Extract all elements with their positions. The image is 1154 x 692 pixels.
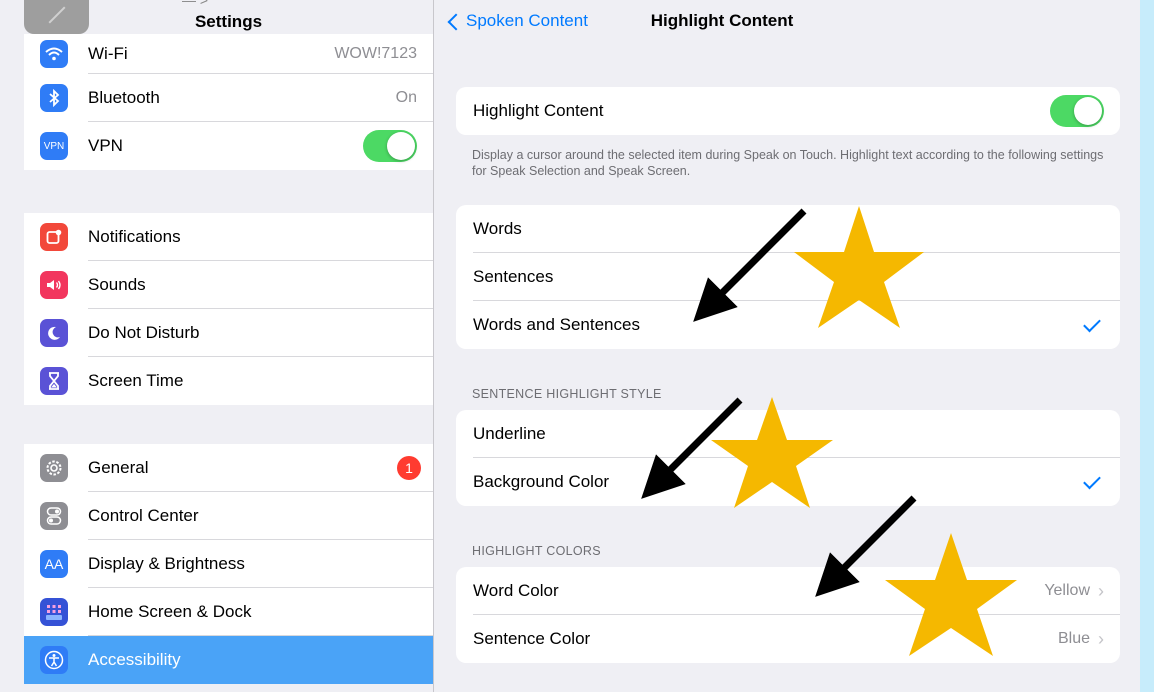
- style-underline[interactable]: Underline: [456, 410, 1120, 458]
- hourglass-icon: [40, 367, 68, 395]
- sounds-icon: [40, 271, 68, 299]
- style-background-color[interactable]: Background Color: [456, 458, 1120, 506]
- page-title-text: Highlight Content: [650, 11, 794, 30]
- option-label: Sentences: [473, 267, 554, 286]
- page-title: Highlight Content: [434, 11, 1140, 31]
- sidebar-item-label: Wi-Fi: [88, 44, 128, 63]
- moon-icon: [40, 319, 68, 347]
- highlight-footnote: Display a cursor around the selected ite…: [472, 148, 1104, 178]
- sidebar-item-do-not-disturb[interactable]: Do Not Disturb: [24, 309, 433, 357]
- sidebar-item-sounds[interactable]: Sounds: [24, 261, 433, 309]
- highlight-content-row[interactable]: Highlight Content: [456, 87, 1120, 135]
- sidebar-item-label: Notifications: [88, 227, 181, 246]
- sidebar-item-label: Display & Brightness: [88, 554, 245, 573]
- chevron-right-icon: ›: [1098, 628, 1104, 649]
- notification-badge: 1: [397, 456, 421, 480]
- sidebar-item-label: Accessibility: [88, 650, 181, 669]
- sentence-style-header: SENTENCE HIGHLIGHT STYLE: [472, 387, 662, 401]
- detail-pane: Spoken Content Highlight Content Highlig…: [434, 0, 1140, 692]
- sidebar-item-display-brightness[interactable]: AA Display & Brightness: [24, 540, 433, 588]
- sidebar-item-wifi[interactable]: Wi-Fi WOW!7123: [24, 34, 433, 74]
- sidebar-item-home-screen-dock[interactable]: Home Screen & Dock: [24, 588, 433, 636]
- color-value: Blue: [1057, 630, 1090, 647]
- highlight-colors-card: Word Color Yellow › Sentence Color Blue …: [456, 567, 1120, 663]
- color-label: Word Color: [473, 581, 559, 600]
- checkmark-icon: [1083, 314, 1101, 332]
- sidebar-item-vpn[interactable]: VPN VPN: [24, 122, 433, 170]
- highlight-content-toggle[interactable]: [1050, 95, 1104, 127]
- sidebar-item-value: WOW!7123: [334, 45, 417, 62]
- option-words-and-sentences[interactable]: Words and Sentences: [456, 301, 1120, 349]
- word-color-row[interactable]: Word Color Yellow ›: [456, 567, 1120, 615]
- style-label: Underline: [473, 424, 546, 443]
- sidebar-item-general[interactable]: General 1: [24, 444, 433, 492]
- settings-sidebar: — > Settings Wi-Fi WOW!7123 Bluetooth On…: [0, 0, 433, 692]
- sidebar-item-label: Do Not Disturb: [88, 323, 200, 342]
- option-label: Words: [473, 219, 522, 238]
- sidebar-group-general: General 1 Control Center AA Display & Br…: [24, 444, 433, 684]
- sidebar-item-label: General: [88, 458, 149, 477]
- sidebar-item-label: Screen Time: [88, 371, 184, 390]
- sidebar-item-label: Control Center: [88, 506, 199, 525]
- accessibility-icon: [40, 646, 68, 674]
- detail-header: Spoken Content Highlight Content: [434, 0, 1140, 44]
- sidebar-group-notifications: Notifications Sounds Do Not Disturb Scre…: [24, 213, 433, 405]
- switches-icon: [40, 502, 68, 530]
- style-label: Background Color: [473, 472, 610, 491]
- chevron-right-icon: ›: [1098, 580, 1104, 601]
- sidebar-title: Settings: [194, 12, 263, 31]
- sidebar-item-value: On: [395, 89, 417, 106]
- color-label: Sentence Color: [473, 629, 591, 648]
- notifications-icon: [40, 223, 68, 251]
- display-icon: AA: [40, 550, 68, 578]
- highlight-toggle-card: Highlight Content: [456, 87, 1120, 135]
- gear-icon: [40, 454, 68, 482]
- sidebar-item-label: Bluetooth: [88, 88, 160, 107]
- sentence-style-card: Underline Background Color: [456, 410, 1120, 506]
- vpn-icon: VPN: [40, 132, 68, 160]
- bluetooth-icon: [40, 84, 68, 112]
- highlight-content-label: Highlight Content: [473, 101, 604, 120]
- checkmark-icon: [1083, 471, 1101, 489]
- sidebar-item-control-center[interactable]: Control Center: [24, 492, 433, 540]
- grid-icon: [40, 598, 68, 626]
- sidebar-item-bluetooth[interactable]: Bluetooth On: [24, 74, 433, 122]
- sidebar-item-label: Sounds: [88, 275, 146, 294]
- sidebar-item-screen-time[interactable]: Screen Time: [24, 357, 433, 405]
- sidebar-item-label: Home Screen & Dock: [88, 602, 252, 621]
- sidebar-group-connectivity: Wi-Fi WOW!7123 Bluetooth On VPN VPN: [24, 34, 433, 170]
- vpn-toggle[interactable]: [363, 130, 417, 162]
- sidebar-item-label: VPN: [88, 136, 123, 155]
- right-background-strip: [1140, 0, 1154, 692]
- highlight-colors-header: HIGHLIGHT COLORS: [472, 544, 601, 558]
- sidebar-left-strip: [0, 0, 24, 692]
- wifi-icon: [40, 40, 68, 68]
- option-words[interactable]: Words: [456, 205, 1120, 253]
- sidebar-item-accessibility[interactable]: Accessibility: [24, 636, 433, 684]
- option-sentences[interactable]: Sentences: [456, 253, 1120, 301]
- sidebar-item-notifications[interactable]: Notifications: [24, 213, 433, 261]
- color-value: Yellow: [1044, 582, 1090, 599]
- sentence-color-row[interactable]: Sentence Color Blue ›: [456, 615, 1120, 663]
- highlight-options-card: Words Sentences Words and Sentences: [456, 205, 1120, 349]
- option-label: Words and Sentences: [473, 315, 640, 334]
